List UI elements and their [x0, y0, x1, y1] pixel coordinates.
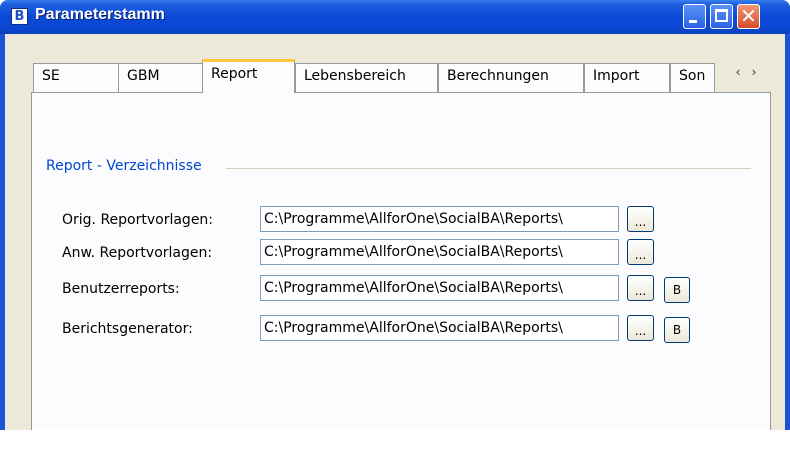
tab-lebensbereich[interactable]: Lebensbereich [295, 63, 438, 92]
window-title: Parameterstamm [35, 6, 165, 23]
tab-import[interactable]: Import [584, 63, 670, 92]
tab-panel-report: Report - Verzeichnisse Orig. Reportvorla… [31, 92, 771, 430]
anw-reportvorlagen-browse-button[interactable]: ... [627, 239, 654, 265]
berichtsgenerator-browse-button[interactable]: ... [627, 315, 654, 341]
berichtsgenerator-path-field[interactable]: C:\Programme\AllforOne\SocialBA\Reports\ [260, 315, 619, 341]
title-bar[interactable]: B Parameterstamm ✕ [0, 0, 790, 34]
tab-label: Report [211, 66, 258, 82]
tab-report[interactable]: Report [202, 59, 295, 93]
main-window: B Parameterstamm ✕ SE GBM Report Lebensb… [0, 0, 790, 430]
tab-label: Lebensbereich [304, 68, 406, 84]
tab-scroll-left-icon[interactable]: ‹ [730, 65, 746, 79]
tab-label: SE [42, 68, 60, 84]
close-icon: ✕ [740, 4, 757, 28]
tab-label: Son [679, 68, 706, 84]
benutzerreports-b-button[interactable]: B [664, 277, 690, 303]
maximize-icon [715, 9, 728, 22]
group-legend: Report - Verzeichnisse [46, 158, 208, 174]
anw-reportvorlagen-label: Anw. Reportvorlagen: [62, 245, 213, 261]
tab-se[interactable]: SE [33, 63, 120, 92]
benutzerreports-path-field[interactable]: C:\Programme\AllforOne\SocialBA\Reports\ [260, 275, 619, 301]
minimize-button[interactable] [683, 4, 706, 29]
maximize-button[interactable] [710, 4, 733, 29]
benutzerreports-browse-button[interactable]: ... [627, 275, 654, 301]
tab-label: Berechnungen [447, 68, 549, 84]
benutzerreports-label: Benutzerreports: [62, 281, 180, 297]
tab-gbm[interactable]: GBM [118, 63, 203, 92]
group-divider [226, 168, 751, 169]
anw-reportvorlagen-path-field[interactable]: C:\Programme\AllforOne\SocialBA\Reports\ [260, 239, 619, 265]
orig-reportvorlagen-browse-button[interactable]: ... [627, 206, 654, 232]
tab-scroll-right-icon[interactable]: › [746, 65, 762, 79]
client-area: SE GBM Report Lebensbereich Berechnungen… [5, 34, 785, 430]
orig-reportvorlagen-path-field[interactable]: C:\Programme\AllforOne\SocialBA\Reports\ [260, 206, 619, 232]
close-button[interactable]: ✕ [737, 4, 760, 29]
tab-scroll-controls: ‹ › [730, 65, 766, 87]
tab-label: Import [593, 68, 640, 84]
orig-reportvorlagen-label: Orig. Reportvorlagen: [62, 212, 214, 228]
tab-berechnungen[interactable]: Berechnungen [438, 63, 584, 92]
tab-son[interactable]: Son [670, 63, 715, 92]
minimize-icon [689, 20, 697, 23]
tab-label: GBM [127, 68, 160, 84]
berichtsgenerator-b-button[interactable]: B [664, 317, 690, 343]
berichtsgenerator-label: Berichtsgenerator: [62, 321, 193, 337]
app-icon[interactable]: B [11, 8, 28, 25]
